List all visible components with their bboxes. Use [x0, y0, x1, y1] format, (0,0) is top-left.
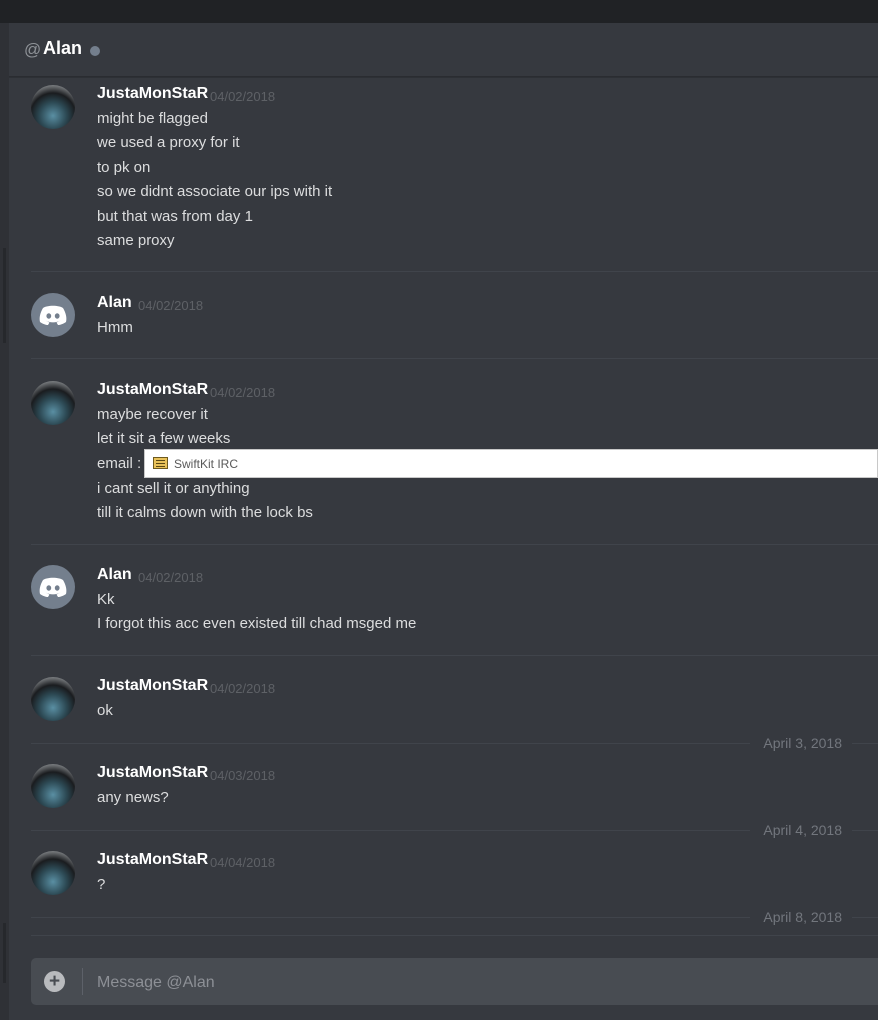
- left-edge-strip: [0, 23, 9, 1020]
- channel-header: @ Alan: [9, 23, 878, 77]
- avatar[interactable]: [31, 764, 75, 808]
- date-divider: April 3, 2018: [31, 734, 878, 752]
- message-divider: [31, 935, 878, 936]
- date-divider: April 4, 2018: [31, 821, 878, 839]
- avatar[interactable]: [31, 677, 75, 721]
- avatar[interactable]: [31, 293, 75, 337]
- composer-separator: [82, 968, 83, 995]
- message-timestamp: 04/04/2018: [210, 855, 276, 870]
- message-line: we used a proxy for it: [97, 134, 240, 151]
- message-divider: [31, 544, 878, 545]
- message-timestamp: 04/03/2018: [210, 768, 276, 783]
- message-author[interactable]: JustaMonStaR: [97, 764, 208, 782]
- scroll-marker: [3, 923, 6, 983]
- message-line: same proxy: [97, 232, 175, 249]
- message-composer: +: [31, 958, 878, 1005]
- message-line: maybe recover it: [97, 406, 208, 423]
- message-line: ?: [97, 876, 106, 893]
- swiftkit-app-icon: [153, 457, 168, 469]
- message-line: Kk: [97, 591, 115, 608]
- message-timestamp: 04/02/2018: [210, 385, 276, 400]
- avatar[interactable]: [31, 85, 75, 129]
- message-author[interactable]: Alan: [97, 294, 132, 312]
- message-author[interactable]: JustaMonStaR: [97, 381, 208, 399]
- avatar[interactable]: [31, 851, 75, 895]
- message-divider: [31, 271, 878, 272]
- status-indicator: [90, 46, 100, 56]
- message-author[interactable]: Alan: [97, 566, 132, 584]
- scroll-marker: [3, 248, 6, 343]
- message-timestamp: 04/02/2018: [138, 298, 204, 313]
- message-line: any news?: [97, 789, 169, 806]
- message-line: to pk on: [97, 159, 151, 176]
- message-author[interactable]: JustaMonStaR: [97, 85, 208, 103]
- message-input[interactable]: [95, 970, 859, 996]
- channel-name[interactable]: Alan: [43, 38, 82, 59]
- tooltip-label: SwiftKit IRC: [174, 457, 239, 471]
- date-divider-label: April 4, 2018: [763, 822, 842, 838]
- message-line: I forgot this acc even existed till chad…: [97, 615, 417, 632]
- message-divider: [31, 358, 878, 359]
- upload-plus-icon[interactable]: +: [44, 971, 65, 992]
- message-line: but that was from day 1: [97, 208, 253, 225]
- message-line: Hmm: [97, 319, 133, 336]
- date-divider-label: April 3, 2018: [763, 735, 842, 751]
- message-timestamp: 04/02/2018: [210, 681, 276, 696]
- discord-logo-icon: [39, 577, 67, 597]
- avatar[interactable]: [31, 381, 75, 425]
- message-line: till it calms down with the lock bs: [97, 504, 313, 521]
- date-divider: April 8, 2018: [31, 908, 878, 926]
- taskbar-tooltip: SwiftKit IRC: [144, 449, 878, 478]
- message-line: ok: [97, 702, 113, 719]
- message-line: let it sit a few weeks: [97, 430, 231, 447]
- message-line: so we didnt associate our ips with it: [97, 183, 333, 200]
- message-author[interactable]: JustaMonStaR: [97, 851, 208, 869]
- message-line: i cant sell it or anything: [97, 480, 250, 497]
- at-icon: @: [24, 40, 42, 59]
- date-divider-label: April 8, 2018: [763, 909, 842, 925]
- message-author[interactable]: JustaMonStaR: [97, 677, 208, 695]
- message-line: might be flagged: [97, 110, 208, 127]
- message-divider: [31, 655, 878, 656]
- message-list[interactable]: JustaMonStaR 04/02/2018 might be flagged…: [9, 77, 878, 947]
- message-line: email :: [97, 455, 142, 472]
- message-timestamp: 04/02/2018: [210, 89, 276, 104]
- title-bar: [0, 0, 878, 23]
- avatar[interactable]: [31, 565, 75, 609]
- discord-logo-icon: [39, 305, 67, 325]
- message-timestamp: 04/02/2018: [138, 570, 204, 585]
